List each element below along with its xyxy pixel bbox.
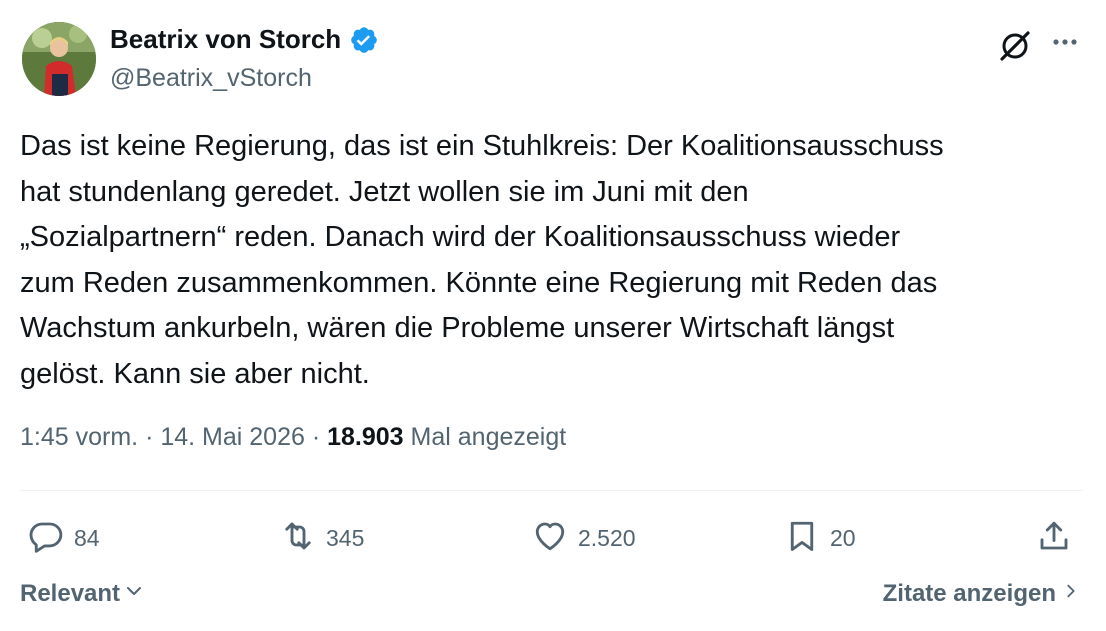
more-icon[interactable] [1046,24,1086,64]
bookmark-count: 20 [830,524,856,551]
share-button[interactable] [1036,516,1072,560]
sort-dropdown[interactable]: Relevant [20,580,144,608]
bookmark-icon [784,518,820,559]
tweet-line: zum Reden zusammenkommen. Könnte eine Re… [20,266,938,299]
tweet-text: Das ist keine Regierung, das ist ein Stu… [20,124,1090,397]
avatar[interactable] [22,22,96,96]
meta-separator: · [145,423,154,451]
grok-icon[interactable] [995,24,1035,64]
tweet-line: hat stundenlang geredet. Jetzt wollen si… [20,175,749,208]
display-name[interactable]: Beatrix von Storch [110,24,341,55]
chevron-down-icon [124,580,144,608]
retweet-count: 345 [326,524,365,551]
views-label: Mal angezeigt [410,423,567,451]
quotes-label: Zitate anzeigen [882,580,1056,607]
tweet-line: Wachstum ankurbeln, wären die Probleme u… [20,312,895,344]
view-quotes-link[interactable]: Zitate anzeigen [883,580,1080,608]
verified-badge-icon[interactable] [349,25,379,55]
bookmark-button[interactable]: 20 [784,516,856,560]
chevron-right-icon [1062,580,1080,608]
tweet-line: „Sozialpartnern“ reden. Danach wird der … [20,221,901,253]
tweet-time[interactable]: 1:45 vorm. [20,423,138,451]
tweet-line: Das ist keine Regierung, das ist ein Stu… [20,130,944,162]
reply-button[interactable]: 84 [28,516,100,560]
author-name-row: Beatrix von Storch [110,24,379,55]
tweet-date[interactable]: 14. Mai 2026 [160,423,305,451]
like-count: 2.520 [578,524,636,551]
retweet-icon [280,518,316,559]
tweet-meta: 1:45 vorm. · 14. Mai 2026 · 18.903 Mal a… [20,423,566,452]
reply-count: 84 [74,524,100,551]
share-icon [1036,518,1072,559]
handle[interactable]: @Beatrix_vStorch [110,64,312,93]
sort-label: Relevant [20,580,121,607]
like-button[interactable]: 2.520 [532,516,636,560]
heart-icon [532,518,568,559]
views-count: 18.903 [327,423,404,451]
divider [20,490,1083,491]
reply-icon [28,518,64,559]
meta-separator: · [311,423,321,451]
retweet-button[interactable]: 345 [280,516,364,560]
tweet-line: gelöst. Kann sie aber nicht. [20,357,370,390]
